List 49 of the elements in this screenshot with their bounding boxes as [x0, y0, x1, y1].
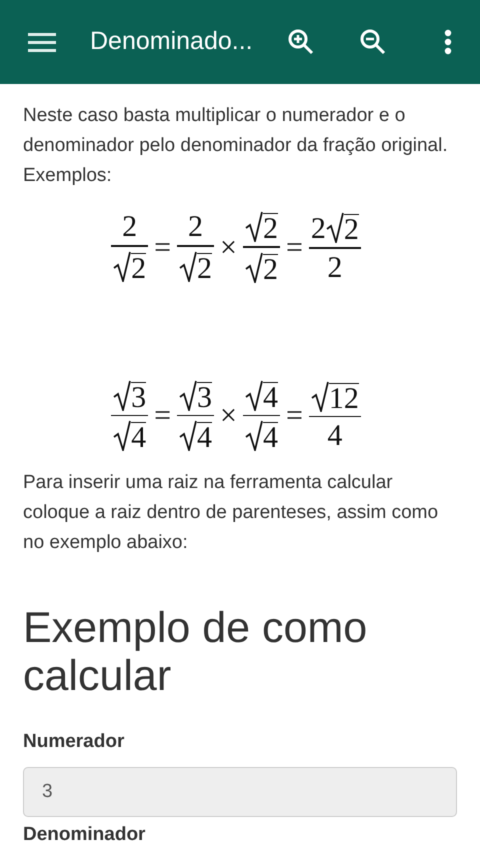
math-radicand: 4 [262, 422, 278, 452]
zoom-out-button[interactable] [360, 29, 386, 55]
math-radicand: 2 [262, 213, 278, 243]
math-operator: = [286, 398, 303, 434]
instruction-paragraph: Para inserir uma raiz na ferramenta calcular coloque a raiz dentro de parenteses, assim como no exemplo abaixo: [23, 471, 440, 555]
radical-icon [113, 420, 132, 451]
field-label: Numerador [23, 730, 126, 754]
radical-icon [244, 252, 263, 282]
math-radicand: 3 [131, 382, 146, 412]
math-number: 2 [122, 212, 138, 242]
math-radicand: 12 [328, 382, 359, 412]
math-radicand: 2 [197, 252, 212, 282]
radical-icon [179, 250, 198, 282]
menu-icon [28, 32, 56, 52]
radical-icon [179, 420, 198, 451]
math-number: 2 [327, 252, 342, 282]
math-operator: × [220, 398, 237, 434]
radical-icon [326, 212, 344, 243]
radical-icon [244, 420, 263, 451]
app-title: Denominado... [90, 26, 254, 58]
radical-icon [179, 380, 198, 410]
zoom-out-icon [360, 29, 386, 55]
math-operator: = [286, 230, 303, 266]
math-radicand: 2 [344, 214, 359, 244]
zoom-in-button[interactable] [288, 29, 314, 55]
math-radicand: 2 [131, 252, 146, 282]
radical-icon [113, 380, 132, 410]
radical-icon [113, 250, 132, 282]
field-label: Denominador [23, 822, 146, 846]
math-radicand: 3 [197, 382, 212, 412]
math-radicand: 4 [131, 422, 146, 452]
menu-button[interactable] [28, 32, 56, 52]
math-radicand: 4 [197, 422, 212, 452]
math-operator: × [220, 230, 237, 266]
math-radicand: 2 [262, 254, 278, 284]
radical-icon [244, 380, 263, 410]
more-button[interactable] [444, 29, 452, 55]
math-number: 2 [310, 214, 326, 244]
more-options-icon [444, 29, 452, 55]
radical-icon [310, 380, 329, 412]
math-operator: = [154, 398, 172, 434]
math-operator: = [154, 230, 172, 266]
zoom-in-icon [288, 29, 314, 55]
radical-icon [244, 211, 263, 242]
intro-paragraph: Neste caso basta multiplicar o numerador e o denominador pelo denominador da fração original. Exemplos: [23, 104, 449, 188]
math-number: 4 [327, 421, 342, 451]
section-heading: Exemplo de como calcular [23, 604, 368, 700]
math-number: 2 [188, 212, 204, 242]
math-radicand: 4 [262, 382, 278, 412]
